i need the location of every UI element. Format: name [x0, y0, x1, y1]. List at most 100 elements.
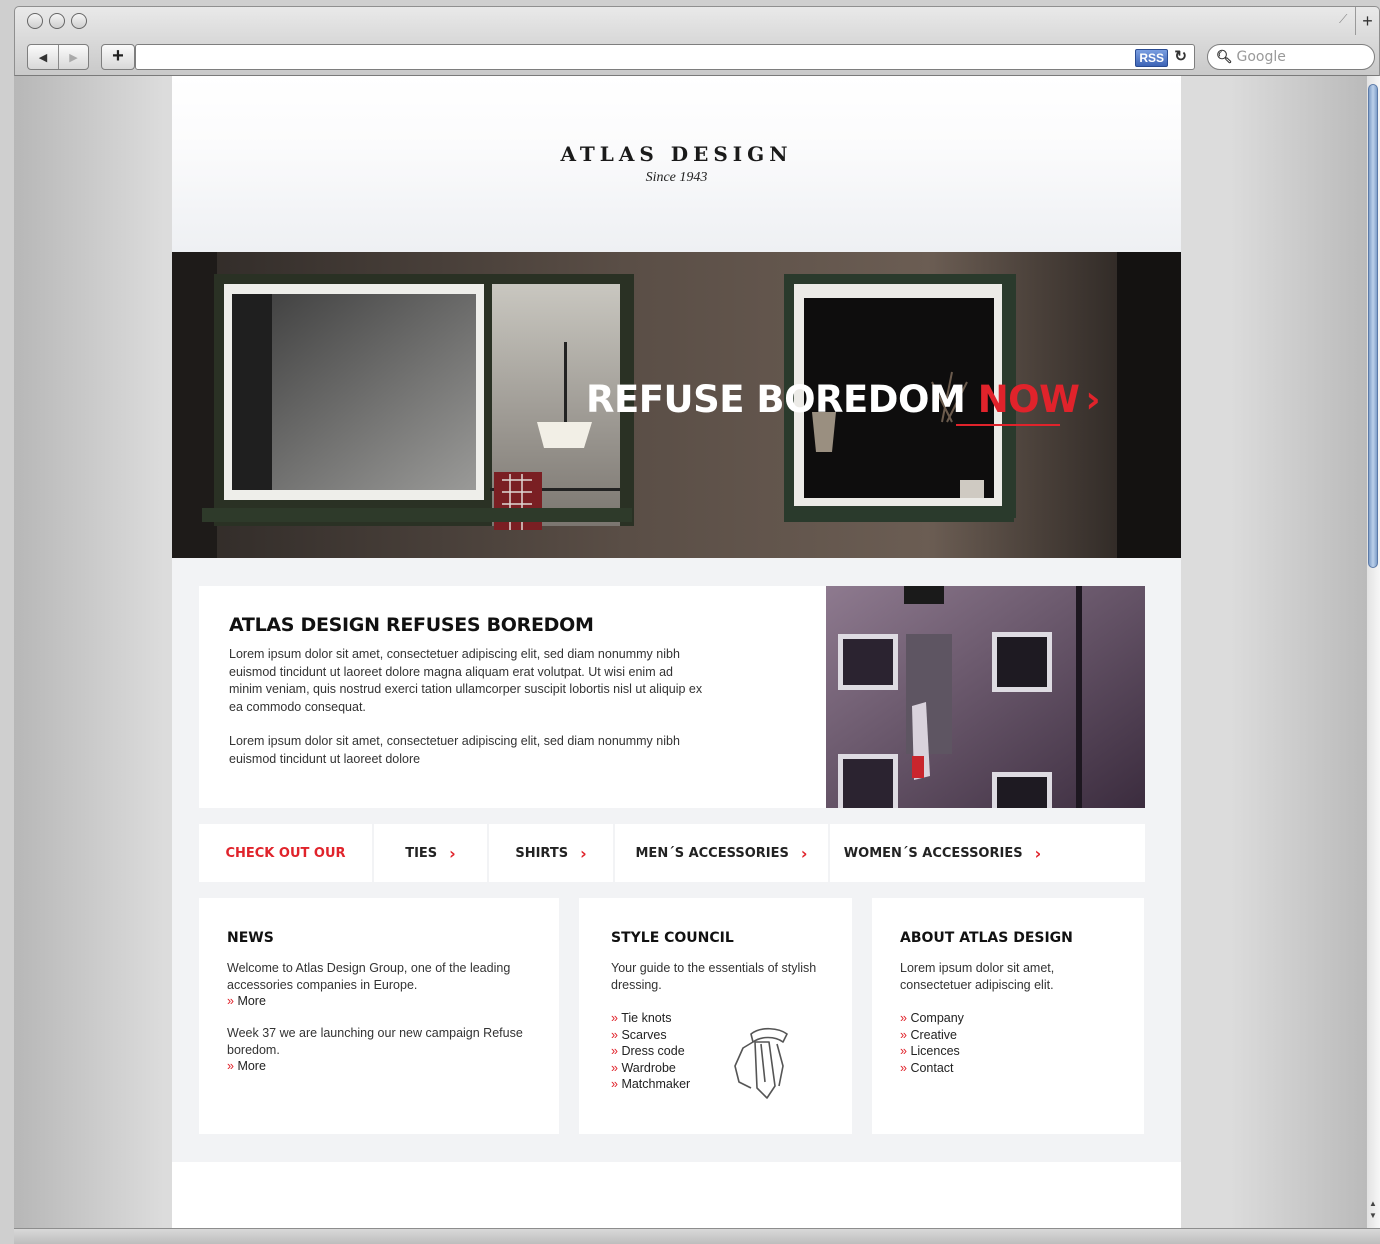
hero-underline	[956, 424, 1060, 426]
forward-button[interactable]: ▶	[58, 45, 88, 69]
info-boxes: NEWS Welcome to Atlas Design Group, one …	[199, 898, 1145, 1134]
category-bar: CHECK OUT OUR TIES › SHIRTS › MEN´S ACCESS…	[199, 824, 1145, 882]
site-tagline: Since 1943	[645, 170, 708, 185]
style-council-links: » Tie knots » Scarves » Dress code » War…	[611, 1010, 824, 1093]
feature-photo	[826, 586, 1145, 808]
bullet-icon: »	[900, 1044, 907, 1058]
category-label: MEN´S ACCESSORIES	[635, 845, 789, 861]
link-label: Contact	[910, 1060, 954, 1075]
link-label: Wardrobe	[621, 1060, 676, 1075]
news-item-text: Week 37 we are launching our new campaig…	[227, 1026, 523, 1057]
feature-section: ATLAS DESIGN REFUSES BOREDOM Lorem ipsum…	[199, 586, 1145, 808]
building-image	[826, 586, 1145, 808]
scrollbar-thumb[interactable]	[1368, 84, 1378, 568]
hero-chevron-icon: ›	[1085, 378, 1101, 421]
chevron-right-icon: ›	[449, 843, 456, 863]
link-label: Licences	[910, 1044, 960, 1058]
bullet-icon: »	[611, 1044, 618, 1058]
about-title: ABOUT ATLAS DESIGN	[900, 930, 1073, 946]
link-label: Creative	[910, 1027, 957, 1042]
hero-banner[interactable]: REFUSE BOREDOM NOW ›	[172, 252, 1181, 558]
hero-headline-accent: NOW	[977, 378, 1080, 421]
feature-text: ATLAS DESIGN REFUSES BOREDOM Lorem ipsum…	[199, 586, 826, 808]
bullet-icon: »	[611, 1060, 618, 1075]
bullet-icon: »	[900, 1027, 907, 1042]
scroll-down-icon[interactable]: ▼	[1368, 1210, 1378, 1222]
link-label: Tie knots	[621, 1011, 672, 1025]
site-logo[interactable]: ATLAS DESIGN	[172, 142, 1181, 166]
about-link-contact[interactable]: » Contact	[900, 1060, 1116, 1077]
address-bar[interactable]: RSS ↻	[135, 44, 1195, 70]
minimize-window-button[interactable]	[49, 13, 65, 29]
chevron-right-icon: ›	[1034, 843, 1042, 863]
hero-headline-text: REFUSE BOREDOM	[586, 378, 978, 421]
link-label: Company	[910, 1011, 964, 1025]
style-link-dress-code[interactable]: » Dress code	[611, 1043, 824, 1060]
chevron-right-icon: ›	[580, 843, 587, 863]
bullet-icon: »	[611, 1077, 618, 1091]
search-icon: 🔍︎	[1216, 49, 1233, 64]
more-label: More	[237, 1059, 266, 1073]
about-link-licences[interactable]: » Licences	[900, 1043, 1116, 1060]
category-shirts-link[interactable]: SHIRTS ›	[489, 824, 615, 882]
add-bookmark-button[interactable]: +	[101, 44, 135, 70]
link-label: Dress code	[621, 1044, 685, 1058]
window-controls	[27, 13, 87, 29]
search-placeholder: Google	[1236, 49, 1286, 65]
bullet-icon: »	[611, 1027, 618, 1042]
main-content: ATLAS DESIGN REFUSES BOREDOM Lorem ipsum…	[172, 558, 1181, 1162]
bullet-icon: »	[227, 994, 234, 1008]
link-label: Scarves	[621, 1027, 667, 1042]
news-box: NEWS Welcome to Atlas Design Group, one …	[199, 898, 559, 1134]
style-link-wardrobe[interactable]: » Wardrobe	[611, 1060, 824, 1077]
rss-button[interactable]: RSS	[1135, 49, 1168, 67]
new-tab-button[interactable]: +	[1355, 7, 1379, 35]
feature-title: ATLAS DESIGN REFUSES BOREDOM	[229, 614, 594, 636]
category-mens-accessories-link[interactable]: MEN´S ACCESSORIES ›	[615, 824, 830, 882]
feature-body: Lorem ipsum dolor sit amet, consectetuer…	[229, 646, 796, 768]
status-bar	[14, 1228, 1380, 1244]
about-link-creative[interactable]: » Creative	[900, 1027, 1116, 1044]
news-more-link[interactable]: » More	[227, 994, 531, 1008]
category-label: WOMEN´S ACCESSORIES	[843, 845, 1023, 861]
category-lead: CHECK OUT OUR	[199, 824, 374, 882]
hero-headline[interactable]: REFUSE BOREDOM NOW ›	[586, 378, 1101, 421]
browser-viewport: ATLAS DESIGN Since 1943 REFUSE BOREDOM N…	[14, 76, 1380, 1228]
bullet-icon: »	[900, 1060, 907, 1075]
style-council-title: STYLE COUNCIL	[611, 930, 734, 946]
category-label: SHIRTS	[515, 845, 569, 861]
close-window-button[interactable]	[27, 13, 43, 29]
bullet-icon: »	[227, 1059, 234, 1073]
site-header: ATLAS DESIGN Since 1943	[172, 76, 1181, 252]
link-label: Matchmaker	[621, 1077, 691, 1091]
feature-paragraph: Lorem ipsum dolor sit amet, consectetuer…	[229, 647, 703, 714]
web-page: ATLAS DESIGN Since 1943 REFUSE BOREDOM N…	[172, 76, 1181, 1228]
news-more-link[interactable]: » More	[227, 1059, 531, 1073]
style-link-scarves[interactable]: » Scarves	[611, 1027, 824, 1044]
about-intro: Lorem ipsum dolor sit amet, consectetuer…	[900, 961, 1055, 992]
about-links: » Company » Creative » Licences » Contac…	[900, 1010, 1116, 1076]
bullet-icon: »	[900, 1011, 907, 1025]
vertical-scrollbar[interactable]: ▲ ▼	[1366, 76, 1380, 1228]
style-link-tie-knots[interactable]: » Tie knots	[611, 1010, 824, 1027]
scroll-up-icon[interactable]: ▲	[1368, 1198, 1378, 1210]
about-link-company[interactable]: » Company	[900, 1010, 1116, 1027]
feature-paragraph: Lorem ipsum dolor sit amet, consectetuer…	[229, 734, 680, 766]
search-field[interactable]: 🔍︎ Google	[1207, 44, 1375, 70]
reload-icon[interactable]: ↻	[1174, 47, 1187, 65]
nav-buttons: ◀ ▶	[27, 44, 89, 70]
more-label: More	[237, 994, 266, 1008]
zoom-window-button[interactable]	[71, 13, 87, 29]
resize-icon: ⟋	[1339, 12, 1348, 26]
news-title: NEWS	[227, 930, 274, 946]
tie-icon	[734, 1027, 788, 1099]
about-box: ABOUT ATLAS DESIGN Lorem ipsum dolor sit…	[872, 898, 1144, 1134]
bullet-icon: »	[611, 1011, 618, 1025]
back-button[interactable]: ◀	[28, 45, 58, 69]
category-ties-link[interactable]: TIES ›	[374, 824, 489, 882]
category-womens-accessories-link[interactable]: WOMEN´S ACCESSORIES ›	[830, 824, 1055, 882]
category-label: TIES	[405, 845, 438, 861]
browser-toolbar: ⟋ + ◀ ▶ + RSS ↻ 🔍︎ Google	[14, 6, 1380, 76]
style-council-intro: Your guide to the essentials of stylish …	[611, 961, 817, 992]
style-link-matchmaker[interactable]: » Matchmaker	[611, 1076, 824, 1093]
